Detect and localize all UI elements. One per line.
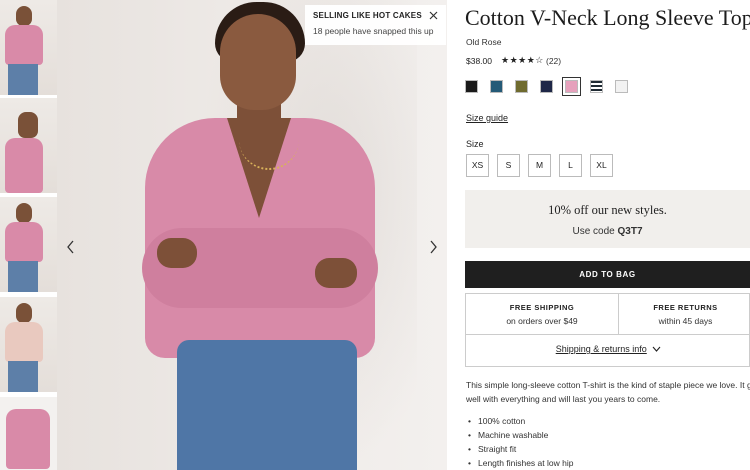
thumbnail-4[interactable]	[0, 297, 57, 392]
add-to-bag-button[interactable]: ADD TO BAG	[465, 261, 750, 288]
model-jeans	[177, 340, 357, 470]
color-swatch-olive[interactable]	[515, 80, 528, 93]
thumbnail-model-top	[5, 138, 43, 193]
description-line-1: This simple long-sleeve cotton T-shirt i…	[466, 380, 750, 390]
chevron-left-icon[interactable]	[61, 238, 81, 258]
shipping-returns-link[interactable]: Shipping & returns info	[466, 344, 750, 354]
size-option-xs[interactable]: XS	[466, 154, 489, 177]
product-main-image[interactable]: SELLING LIKE HOT CAKES 18 people have sn…	[57, 0, 447, 470]
thumbnail-flat-top	[6, 409, 50, 469]
size-guide-link[interactable]: Size guide	[466, 113, 508, 123]
thumbnail-2[interactable]	[0, 98, 57, 193]
description-line-2: well with everything and will last you y…	[466, 394, 661, 404]
color-swatch-white[interactable]	[615, 80, 628, 93]
size-option-s[interactable]: S	[497, 154, 520, 177]
thumbnail-model-head	[16, 303, 32, 323]
free-shipping-subtitle: on orders over $49	[506, 316, 578, 326]
size-option-l[interactable]: L	[559, 154, 582, 177]
thumbnail-column	[0, 0, 57, 470]
promo-headline: 10% off our new styles.	[548, 203, 667, 217]
model-hand-left	[157, 238, 197, 268]
thumbnail-model-top	[5, 222, 43, 262]
product-price: $38.00	[466, 56, 492, 66]
product-title: Cotton V-Neck Long Sleeve Top	[465, 5, 750, 30]
free-returns-info: FREE RETURNS within 45 days	[620, 294, 750, 334]
free-returns-subtitle: within 45 days	[658, 316, 713, 326]
model-hand-right	[315, 258, 357, 288]
free-returns-title: FREE RETURNS	[653, 303, 718, 312]
toast-title: SELLING LIKE HOT CAKES	[313, 11, 422, 20]
thumbnail-5[interactable]	[0, 397, 57, 470]
feature-item: Length finishes at low hip	[468, 456, 573, 470]
color-swatches	[465, 77, 640, 96]
color-swatch-stripe[interactable]	[590, 80, 603, 93]
free-shipping-title: FREE SHIPPING	[509, 303, 575, 312]
toast-subtitle: 18 people have snapped this up	[313, 26, 434, 36]
feature-item: 100% cotton	[468, 414, 573, 428]
shipping-returns-box: FREE SHIPPING on orders over $49 FREE RE…	[465, 293, 750, 367]
size-options: XS S M L XL	[466, 154, 621, 177]
promo-code-prefix: Use code	[572, 226, 615, 237]
free-shipping-info: FREE SHIPPING on orders over $49	[466, 294, 619, 334]
thumbnail-model-jeans	[8, 361, 38, 392]
size-label: Size	[466, 139, 484, 149]
selected-color-name: Old Rose	[466, 37, 502, 47]
product-description: This simple long-sleeve cotton T-shirt i…	[466, 378, 750, 406]
promo-banner: 10% off our new styles. Use code Q3T7	[465, 190, 750, 248]
color-swatch-old-rose[interactable]	[562, 77, 581, 96]
promo-code-line: Use code Q3T7	[465, 226, 750, 237]
size-option-m[interactable]: M	[528, 154, 551, 177]
size-option-xl[interactable]: XL	[590, 154, 613, 177]
thumbnail-3[interactable]	[0, 197, 57, 292]
color-swatch-teal-blue[interactable]	[490, 80, 503, 93]
feature-item: Machine washable	[468, 428, 573, 442]
color-swatch-navy[interactable]	[540, 80, 553, 93]
thumbnail-model-jeans	[8, 64, 38, 95]
rating-stars[interactable]: ★★★★☆	[501, 55, 544, 66]
thumbnail-model-jeans	[8, 261, 38, 292]
divider	[466, 334, 750, 335]
thumbnail-model-head	[16, 6, 32, 26]
thumbnail-model-cardigan	[5, 322, 43, 362]
chevron-right-icon[interactable]	[423, 238, 443, 258]
shipping-returns-link-label[interactable]: Shipping & returns info	[556, 344, 647, 354]
review-count[interactable]: (22)	[546, 56, 561, 66]
close-icon[interactable]	[429, 9, 438, 23]
chevron-down-icon[interactable]	[649, 344, 661, 354]
thumbnail-model-head	[16, 203, 32, 223]
feature-item: Straight fit	[468, 442, 573, 456]
selling-fast-toast: SELLING LIKE HOT CAKES 18 people have sn…	[305, 5, 446, 45]
thumbnail-1[interactable]	[0, 0, 57, 95]
model-face	[220, 14, 296, 110]
promo-code: Q3T7	[617, 226, 643, 237]
product-info-panel: Cotton V-Neck Long Sleeve Top Old Rose $…	[465, 0, 750, 470]
color-swatch-black[interactable]	[465, 80, 478, 93]
thumbnail-model-top	[5, 25, 43, 65]
product-features-list: 100% cotton Machine washable Straight fi…	[468, 414, 573, 470]
thumbnail-model-head	[18, 112, 38, 138]
